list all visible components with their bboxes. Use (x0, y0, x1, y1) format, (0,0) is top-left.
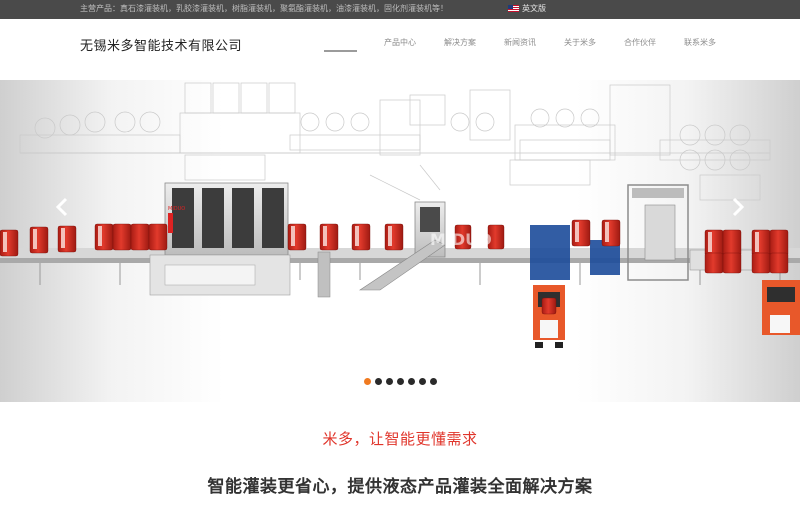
slide-dot-3[interactable] (386, 378, 393, 385)
main-nav: 产品中心 解决方案 新闻资讯 关于米多 合作伙伴 联系米多 (0, 37, 800, 51)
main-products-text: 主营产品：真石漆灌装机，乳胶漆灌装机，树脂灌装机，聚氨酯灌装机，油漆灌装机，固化… (80, 4, 448, 13)
nav-products[interactable]: 产品中心 (384, 37, 416, 48)
english-version-link[interactable]: 英文版 (508, 3, 546, 14)
slide-dot-7[interactable] (430, 378, 437, 385)
chevron-left-icon (55, 197, 68, 217)
hero-banner: MIDUO MIDUO (0, 80, 800, 402)
slide-dot-4[interactable] (397, 378, 404, 385)
nav-solutions[interactable]: 解决方案 (444, 37, 476, 48)
section-heading: 智能灌装更省心，提供液态产品灌装全面解决方案 (207, 477, 593, 497)
slide-dot-6[interactable] (419, 378, 426, 385)
chevron-right-icon (732, 197, 745, 217)
site-header: 无锡米多智能技术有限公司 产品中心 解决方案 新闻资讯 关于米多 合作伙伴 联系… (0, 19, 800, 80)
nav-about[interactable]: 关于米多 (564, 37, 596, 48)
language-label: 英文版 (522, 4, 546, 13)
us-flag-icon (508, 5, 519, 12)
top-bar: 主营产品：真石漆灌装机，乳胶漆灌装机，树脂灌装机，聚氨酯灌装机，油漆灌装机，固化… (0, 0, 800, 19)
slide-dot-5[interactable] (408, 378, 415, 385)
banner-watermark: MIDUO (430, 230, 492, 249)
nav-contact[interactable]: 联系米多 (684, 37, 716, 48)
nav-partners[interactable]: 合作伙伴 (624, 37, 656, 48)
prev-slide-button[interactable] (55, 197, 69, 217)
machine-brand-text: MIDUO (168, 206, 185, 212)
slide-dot-1[interactable] (364, 378, 371, 385)
brand-slogan: 米多，让智能更懂需求 (322, 430, 478, 448)
slide-dot-2[interactable] (375, 378, 382, 385)
next-slide-button[interactable] (731, 197, 745, 217)
production-line-illustration: MIDUO MIDUO (0, 82, 800, 348)
slide-pagination (364, 378, 437, 385)
nav-news[interactable]: 新闻资讯 (504, 37, 536, 48)
